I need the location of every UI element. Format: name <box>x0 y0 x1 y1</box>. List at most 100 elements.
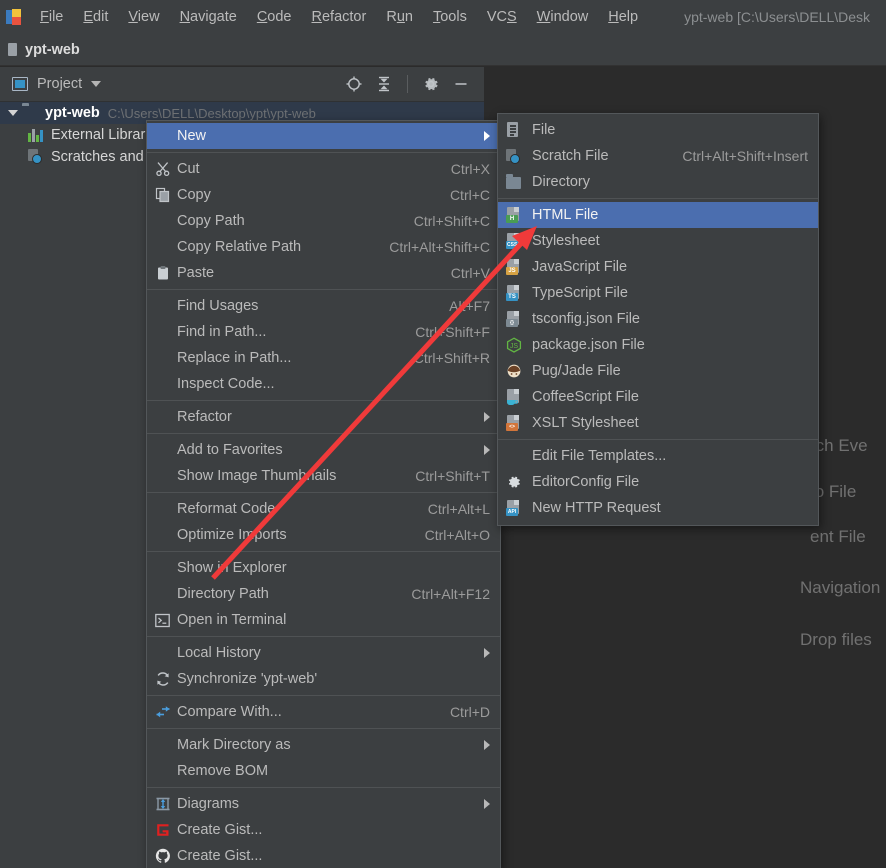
context-menu-item-synchronize[interactable]: Synchronize 'ypt-web' <box>147 666 500 692</box>
tsconfig-file-icon: {} <box>506 311 532 327</box>
submenu-item-javascript-file[interactable]: JS JavaScript File <box>498 254 818 280</box>
context-menu-shortcut: Ctrl+Alt+Shift+C <box>389 239 490 255</box>
context-menu-item-mark-directory-as[interactable]: Mark Directory as <box>147 732 500 758</box>
submenu-arrow-icon <box>484 799 490 809</box>
project-folder-icon <box>8 43 17 56</box>
hide-minimize-icon[interactable] <box>448 72 474 96</box>
context-menu-item-paste[interactable]: Paste Ctrl+V <box>147 260 500 286</box>
context-menu-item-find-in-path[interactable]: Find in Path... Ctrl+Shift+F <box>147 319 500 345</box>
context-menu-item-reformat-code[interactable]: Reformat Code Ctrl+Alt+L <box>147 496 500 522</box>
submenu-label: XSLT Stylesheet <box>532 415 639 431</box>
breadcrumb-project[interactable]: ypt-web <box>25 42 80 58</box>
menu-navigate[interactable]: Navigate <box>170 6 247 28</box>
context-menu-item-copy[interactable]: Copy Ctrl+C <box>147 182 500 208</box>
submenu-arrow-icon <box>484 445 490 455</box>
submenu-item-stylesheet[interactable]: CSS Stylesheet <box>498 228 818 254</box>
menu-view[interactable]: View <box>118 6 169 28</box>
context-menu-item-find-usages[interactable]: Find Usages Alt+F7 <box>147 293 500 319</box>
gitee-gist-icon <box>155 822 177 838</box>
context-menu-item-copy-relative-path[interactable]: Copy Relative Path Ctrl+Alt+Shift+C <box>147 234 500 260</box>
settings-gear-icon[interactable] <box>418 72 444 96</box>
context-menu-label: Diagrams <box>177 796 470 812</box>
menu-file[interactable]: File <box>30 6 73 28</box>
expand-arrow-icon[interactable] <box>6 110 20 116</box>
context-menu-label: Compare With... <box>177 704 432 720</box>
chevron-down-icon[interactable] <box>91 81 101 87</box>
context-menu-label: New <box>177 128 470 144</box>
submenu-item-package-json-file[interactable]: JS package.json File <box>498 332 818 358</box>
xslt-file-icon: <> <box>506 415 532 431</box>
context-menu-item-show-image-thumbnails[interactable]: Show Image Thumbnails Ctrl+Shift+T <box>147 463 500 489</box>
submenu-item-xslt-stylesheet[interactable]: <> XSLT Stylesheet <box>498 410 818 436</box>
context-menu-shortcut: Ctrl+Alt+F12 <box>411 586 490 602</box>
submenu-item-directory[interactable]: Directory <box>498 169 818 195</box>
context-menu-item-compare-with[interactable]: Compare With... Ctrl+D <box>147 699 500 725</box>
submenu-item-scratch-file[interactable]: Scratch File Ctrl+Alt+Shift+Insert <box>498 143 818 169</box>
submenu-label: package.json File <box>532 337 645 353</box>
context-menu-item-add-to-favorites[interactable]: Add to Favorites <box>147 437 500 463</box>
context-menu-label: Copy Relative Path <box>177 239 371 255</box>
menu-refactor[interactable]: Refactor <box>302 6 377 28</box>
context-menu-item-optimize-imports[interactable]: Optimize Imports Ctrl+Alt+O <box>147 522 500 548</box>
submenu-label: CoffeeScript File <box>532 389 639 405</box>
directory-folder-icon <box>506 176 532 188</box>
submenu-item-coffeescript-file[interactable]: CoffeeScript File <box>498 384 818 410</box>
context-menu-label: Create Gist... <box>177 822 490 838</box>
submenu-item-editorconfig-file[interactable]: EditorConfig File <box>498 469 818 495</box>
context-menu-label: Open in Terminal <box>177 612 490 628</box>
menu-help[interactable]: Help <box>598 6 648 28</box>
submenu-item-tsconfig-file[interactable]: {} tsconfig.json File <box>498 306 818 332</box>
collapse-all-icon[interactable] <box>371 72 397 96</box>
folder-icon <box>22 105 40 121</box>
submenu-label: EditorConfig File <box>532 474 639 490</box>
context-menu-item-directory-path[interactable]: Directory Path Ctrl+Alt+F12 <box>147 581 500 607</box>
submenu-item-typescript-file[interactable]: TS TypeScript File <box>498 280 818 306</box>
submenu-label: New HTTP Request <box>532 500 661 516</box>
project-view-icon <box>12 77 28 91</box>
submenu-item-pug-jade-file[interactable]: Pug/Jade File <box>498 358 818 384</box>
context-menu-label: Show in Explorer <box>177 560 490 576</box>
submenu-item-edit-file-templates[interactable]: Edit File Templates... <box>498 443 818 469</box>
context-menu-item-copy-path[interactable]: Copy Path Ctrl+Shift+C <box>147 208 500 234</box>
window-title: ypt-web [C:\Users\DELL\Desk <box>684 9 870 25</box>
terminal-icon <box>155 613 177 628</box>
context-menu-item-local-history[interactable]: Local History <box>147 640 500 666</box>
context-menu-item-create-gist-github[interactable]: Create Gist... <box>147 843 500 868</box>
context-menu: New Cut Ctrl+X Cop <box>146 120 501 868</box>
locate-icon[interactable] <box>341 72 367 96</box>
context-menu-item-open-in-terminal[interactable]: Open in Terminal <box>147 607 500 633</box>
context-menu-shortcut: Ctrl+X <box>451 161 490 177</box>
context-menu-item-refactor[interactable]: Refactor <box>147 404 500 430</box>
context-menu-label: Directory Path <box>177 586 393 602</box>
context-menu-item-create-gist-gitee[interactable]: Create Gist... <box>147 817 500 843</box>
menu-tools[interactable]: Tools <box>423 6 477 28</box>
submenu-item-html-file[interactable]: H HTML File <box>498 202 818 228</box>
submenu-label: Edit File Templates... <box>532 448 666 464</box>
menu-vcs[interactable]: VCS <box>477 6 527 28</box>
submenu-item-new-http-request[interactable]: API New HTTP Request <box>498 495 818 521</box>
context-menu-label: Replace in Path... <box>177 350 396 366</box>
menu-window[interactable]: Window <box>527 6 599 28</box>
submenu-label: TypeScript File <box>532 285 628 301</box>
tree-node-label: ypt-web <box>45 105 100 121</box>
menu-edit[interactable]: Edit <box>73 6 118 28</box>
submenu-item-file[interactable]: File <box>498 117 818 143</box>
context-menu-item-diagrams[interactable]: Diagrams <box>147 791 500 817</box>
menu-divider <box>147 636 500 637</box>
context-menu-item-new[interactable]: New <box>147 123 500 149</box>
context-menu-item-replace-in-path[interactable]: Replace in Path... Ctrl+Shift+R <box>147 345 500 371</box>
context-menu-item-cut[interactable]: Cut Ctrl+X <box>147 156 500 182</box>
menu-divider <box>147 728 500 729</box>
submenu-label: Scratch File <box>532 148 609 164</box>
menu-code[interactable]: Code <box>247 6 302 28</box>
toolbar-separator <box>407 75 408 93</box>
context-menu-item-remove-bom[interactable]: Remove BOM <box>147 758 500 784</box>
new-submenu: File Scratch File Ctrl+Alt+Shift+Insert … <box>497 113 819 526</box>
context-menu-item-show-in-explorer[interactable]: Show in Explorer <box>147 555 500 581</box>
context-menu-item-inspect-code[interactable]: Inspect Code... <box>147 371 500 397</box>
context-menu-label: Create Gist... <box>177 848 490 864</box>
scratch-file-icon <box>506 149 532 164</box>
menu-run[interactable]: Run <box>376 6 423 28</box>
context-menu-label: Copy Path <box>177 213 396 229</box>
context-menu-label: Remove BOM <box>177 763 490 779</box>
